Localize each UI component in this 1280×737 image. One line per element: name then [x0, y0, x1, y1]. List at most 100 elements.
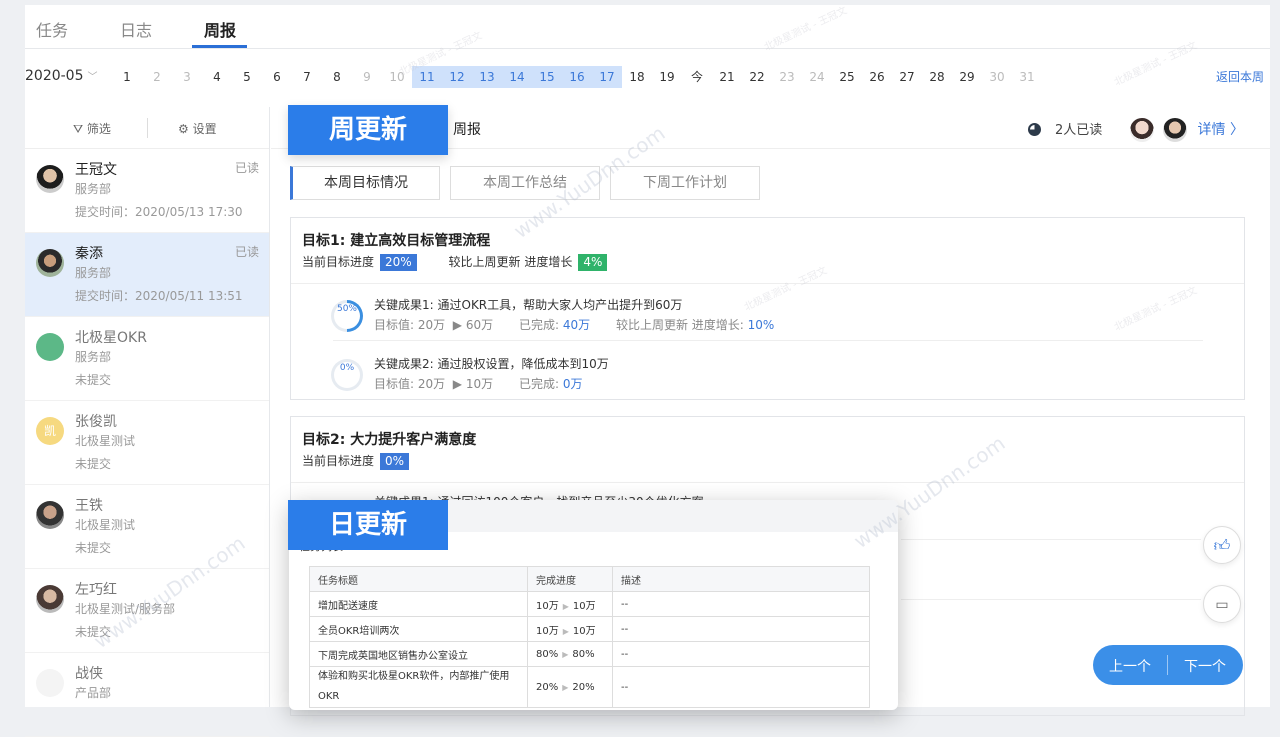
avatar — [36, 669, 64, 697]
divider — [333, 340, 1203, 341]
day-12[interactable]: 12 — [442, 66, 472, 88]
member-sidebar: ⛛ 筛选 ⚙ 设置 王冠文 服务部 提交时间：2020/05/13 17:30 已读秦… — [25, 107, 270, 737]
chevron-down-icon: ﹀ — [87, 72, 98, 83]
next-button[interactable]: 下一个 — [1184, 656, 1226, 676]
tab-week-summary[interactable]: 本周工作总结 — [450, 166, 600, 200]
table-row[interactable]: 下周完成英国地区销售办公室设立 80% ▶ 80% -- — [309, 641, 870, 667]
read-status[interactable]: 2人已读 — [1028, 119, 1102, 138]
day-10[interactable]: 10 — [382, 66, 412, 88]
day-22[interactable]: 22 — [742, 66, 772, 88]
task-title: 下周完成英国地区销售办公室设立 — [309, 641, 528, 667]
kr-done: 40万 — [562, 318, 591, 332]
sidebar-toolbar: ⛛ 筛选 ⚙ 设置 — [25, 107, 269, 149]
day-今[interactable]: 今 — [682, 66, 712, 88]
prev-button[interactable]: 上一个 — [1109, 656, 1151, 676]
goal-card: 目标1: 建立高效目标管理流程 当前目标进度 20% 较比上周更新 进度增长 4% … — [290, 217, 1245, 400]
day-18[interactable]: 18 — [622, 66, 652, 88]
kr-meta: 目标值: 20万 ▶ 10万 已完成: 0万 — [374, 375, 582, 392]
list-item[interactable]: 王冠文 服务部 提交时间：2020/05/13 17:30 已读 — [25, 149, 269, 233]
day-28[interactable]: 28 — [922, 66, 952, 88]
avatar[interactable] — [1163, 118, 1187, 142]
day-14[interactable]: 14 — [502, 66, 532, 88]
member-time: 未提交 — [75, 457, 112, 471]
tab-log[interactable]: 日志 — [120, 17, 152, 41]
arrow-icon: ▶ — [452, 377, 463, 391]
thumbs-up-icon: 👍︎ — [1213, 536, 1231, 555]
member-name: 左巧红 — [75, 582, 117, 598]
filter-button[interactable]: ⛛ 筛选 — [73, 120, 111, 137]
comment-icon: ▭ — [1215, 597, 1229, 613]
like-button[interactable]: 👍︎ — [1203, 526, 1241, 564]
day-25[interactable]: 25 — [832, 66, 862, 88]
avatar — [36, 585, 64, 613]
day-29[interactable]: 29 — [952, 66, 982, 88]
day-6[interactable]: 6 — [262, 66, 292, 88]
col-header: 完成进度 — [527, 566, 613, 592]
day-13[interactable]: 13 — [472, 66, 502, 88]
day-15[interactable]: 15 — [532, 66, 562, 88]
day-30[interactable]: 30 — [982, 66, 1012, 88]
divider — [291, 283, 1244, 284]
tab-week-goals[interactable]: 本周目标情况 — [290, 166, 440, 200]
key-result[interactable]: 0% 关键成果2: 通过股权设置，降低成本到10万 目标值: 20万 ▶ 10万… — [331, 351, 1201, 403]
table-row[interactable]: 增加配送速度 10万 ▶ 10万 -- — [309, 591, 870, 617]
day-11[interactable]: 11 — [412, 66, 442, 88]
details-link[interactable]: 详情 〉 — [1198, 119, 1244, 139]
member-time: 未提交 — [75, 541, 112, 555]
tab-next-week-plan[interactable]: 下周工作计划 — [610, 166, 760, 200]
avatar[interactable] — [1130, 118, 1154, 142]
pager-divider — [1167, 655, 1168, 675]
day-17[interactable]: 17 — [592, 66, 622, 88]
day-3[interactable]: 3 — [172, 66, 202, 88]
task-desc: -- — [612, 591, 870, 617]
day-8[interactable]: 8 — [322, 66, 352, 88]
tab-active-indicator — [192, 45, 247, 48]
task-table: 任务标题 完成进度 描述 增加配送速度 10万 ▶ 10万 -- 全员OKR培训两次 10万… — [309, 566, 870, 708]
goal-title: 目标1: 建立高效目标管理流程 — [302, 233, 491, 249]
task-progress: 10万 ▶ 10万 — [527, 616, 613, 642]
task-desc: -- — [612, 616, 870, 642]
tab-task[interactable]: 任务 — [36, 17, 68, 41]
day-26[interactable]: 26 — [862, 66, 892, 88]
day-2[interactable]: 2 — [142, 66, 172, 88]
progress-from: 20% — [536, 681, 559, 693]
list-item[interactable]: 凯张俊凯 北极星测试 未提交 — [25, 401, 269, 485]
member-time: 未提交 — [75, 625, 112, 639]
comment-button[interactable]: ▭ — [1203, 585, 1241, 623]
list-item[interactable]: 秦添 服务部 提交时间：2020/05/11 13:51 已读 — [25, 233, 269, 317]
day-24[interactable]: 24 — [802, 66, 832, 88]
progress-to: 10万 — [572, 600, 596, 612]
member-dept: 产品部 — [75, 686, 112, 700]
tab-weekly[interactable]: 周报 — [204, 17, 236, 41]
settings-button[interactable]: ⚙ 设置 — [178, 120, 217, 137]
list-item[interactable]: 王铁 北极星测试 未提交 — [25, 485, 269, 569]
progress-from: 10万 — [536, 625, 559, 637]
day-7[interactable]: 7 — [292, 66, 322, 88]
key-result[interactable]: 50% 关键成果1: 通过OKR工具，帮助大家人均产出提升到60万 目标值: 2… — [331, 292, 1201, 344]
member-name: 战侠 — [75, 666, 103, 682]
day-1[interactable]: 1 — [112, 66, 142, 88]
day-31[interactable]: 31 — [1012, 66, 1042, 88]
divider — [291, 482, 1244, 483]
back-to-this-week-link[interactable]: 返回本周 — [1216, 68, 1264, 85]
day-27[interactable]: 27 — [892, 66, 922, 88]
member-time: 未提交 — [75, 373, 112, 387]
month-selector[interactable]: 2020-05 ﹀ — [25, 68, 98, 84]
table-row[interactable]: 体验和购买北极星OKR软件，内部推广使用OKR 20% ▶ 20% -- — [309, 666, 870, 708]
day-9[interactable]: 9 — [352, 66, 382, 88]
day-5[interactable]: 5 — [232, 66, 262, 88]
member-time: 提交时间：2020/05/11 13:51 — [75, 289, 243, 303]
day-23[interactable]: 23 — [772, 66, 802, 88]
goal-progress: 当前目标进度 0% — [302, 452, 410, 470]
kr-meta: 目标值: 20万 ▶ 60万 已完成: 40万 较比上周更新 进度增长: 10% — [374, 316, 774, 333]
month-label: 2020-05 — [25, 68, 84, 84]
list-item[interactable]: 左巧红 北极星测试/服务部 未提交 — [25, 569, 269, 653]
day-4[interactable]: 4 — [202, 66, 232, 88]
table-row[interactable]: 全员OKR培训两次 10万 ▶ 10万 -- — [309, 616, 870, 642]
list-item[interactable]: 战侠 产品部 — [25, 653, 269, 737]
list-item[interactable]: 北极星OKR 服务部 未提交 — [25, 317, 269, 401]
day-21[interactable]: 21 — [712, 66, 742, 88]
day-16[interactable]: 16 — [562, 66, 592, 88]
day-19[interactable]: 19 — [652, 66, 682, 88]
progress-from: 80% — [536, 648, 559, 660]
